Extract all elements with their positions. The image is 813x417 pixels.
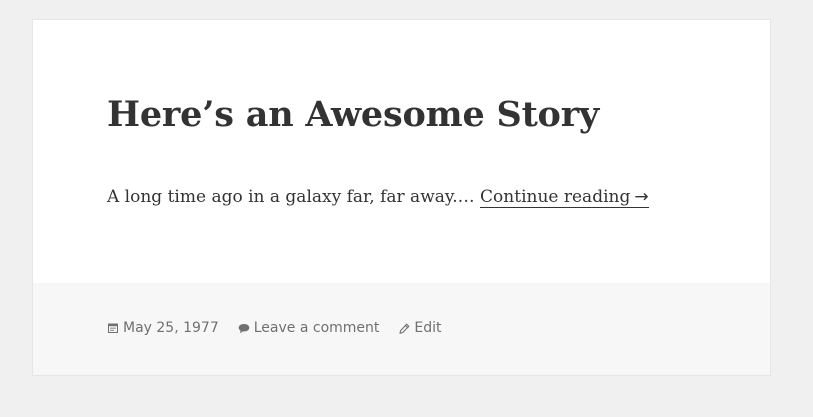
leave-comment-link[interactable]: Leave a comment: [254, 320, 380, 336]
pencil-icon: [398, 322, 410, 334]
edit-link[interactable]: Edit: [414, 320, 441, 336]
post-meta: May 25, 1977 Leave a comment Edit: [107, 320, 461, 336]
post-title[interactable]: Here’s an Awesome Story: [107, 92, 730, 138]
arrow-right-icon: →: [634, 187, 649, 207]
post-comments: Leave a comment: [238, 320, 380, 336]
continue-reading-link[interactable]: Continue reading →: [480, 187, 649, 208]
calendar-icon: [107, 322, 119, 334]
post-date-link[interactable]: May 25, 1977: [123, 320, 219, 336]
post-excerpt-block: A long time ago in a galaxy far, far awa…: [107, 183, 730, 211]
post-excerpt-text: A long time ago in a galaxy far, far awa…: [107, 187, 475, 207]
post-header: Here’s an Awesome Story: [107, 92, 730, 138]
comment-icon: [238, 322, 250, 334]
continue-reading-label: Continue reading: [480, 187, 631, 207]
post-excerpt: A long time ago in a galaxy far, far awa…: [107, 183, 730, 211]
post-card: Here’s an Awesome Story A long time ago …: [32, 19, 771, 376]
post-edit: Edit: [398, 320, 442, 336]
post-footer: May 25, 1977 Leave a comment Edit: [33, 283, 770, 375]
post-date: May 25, 1977: [107, 320, 219, 336]
